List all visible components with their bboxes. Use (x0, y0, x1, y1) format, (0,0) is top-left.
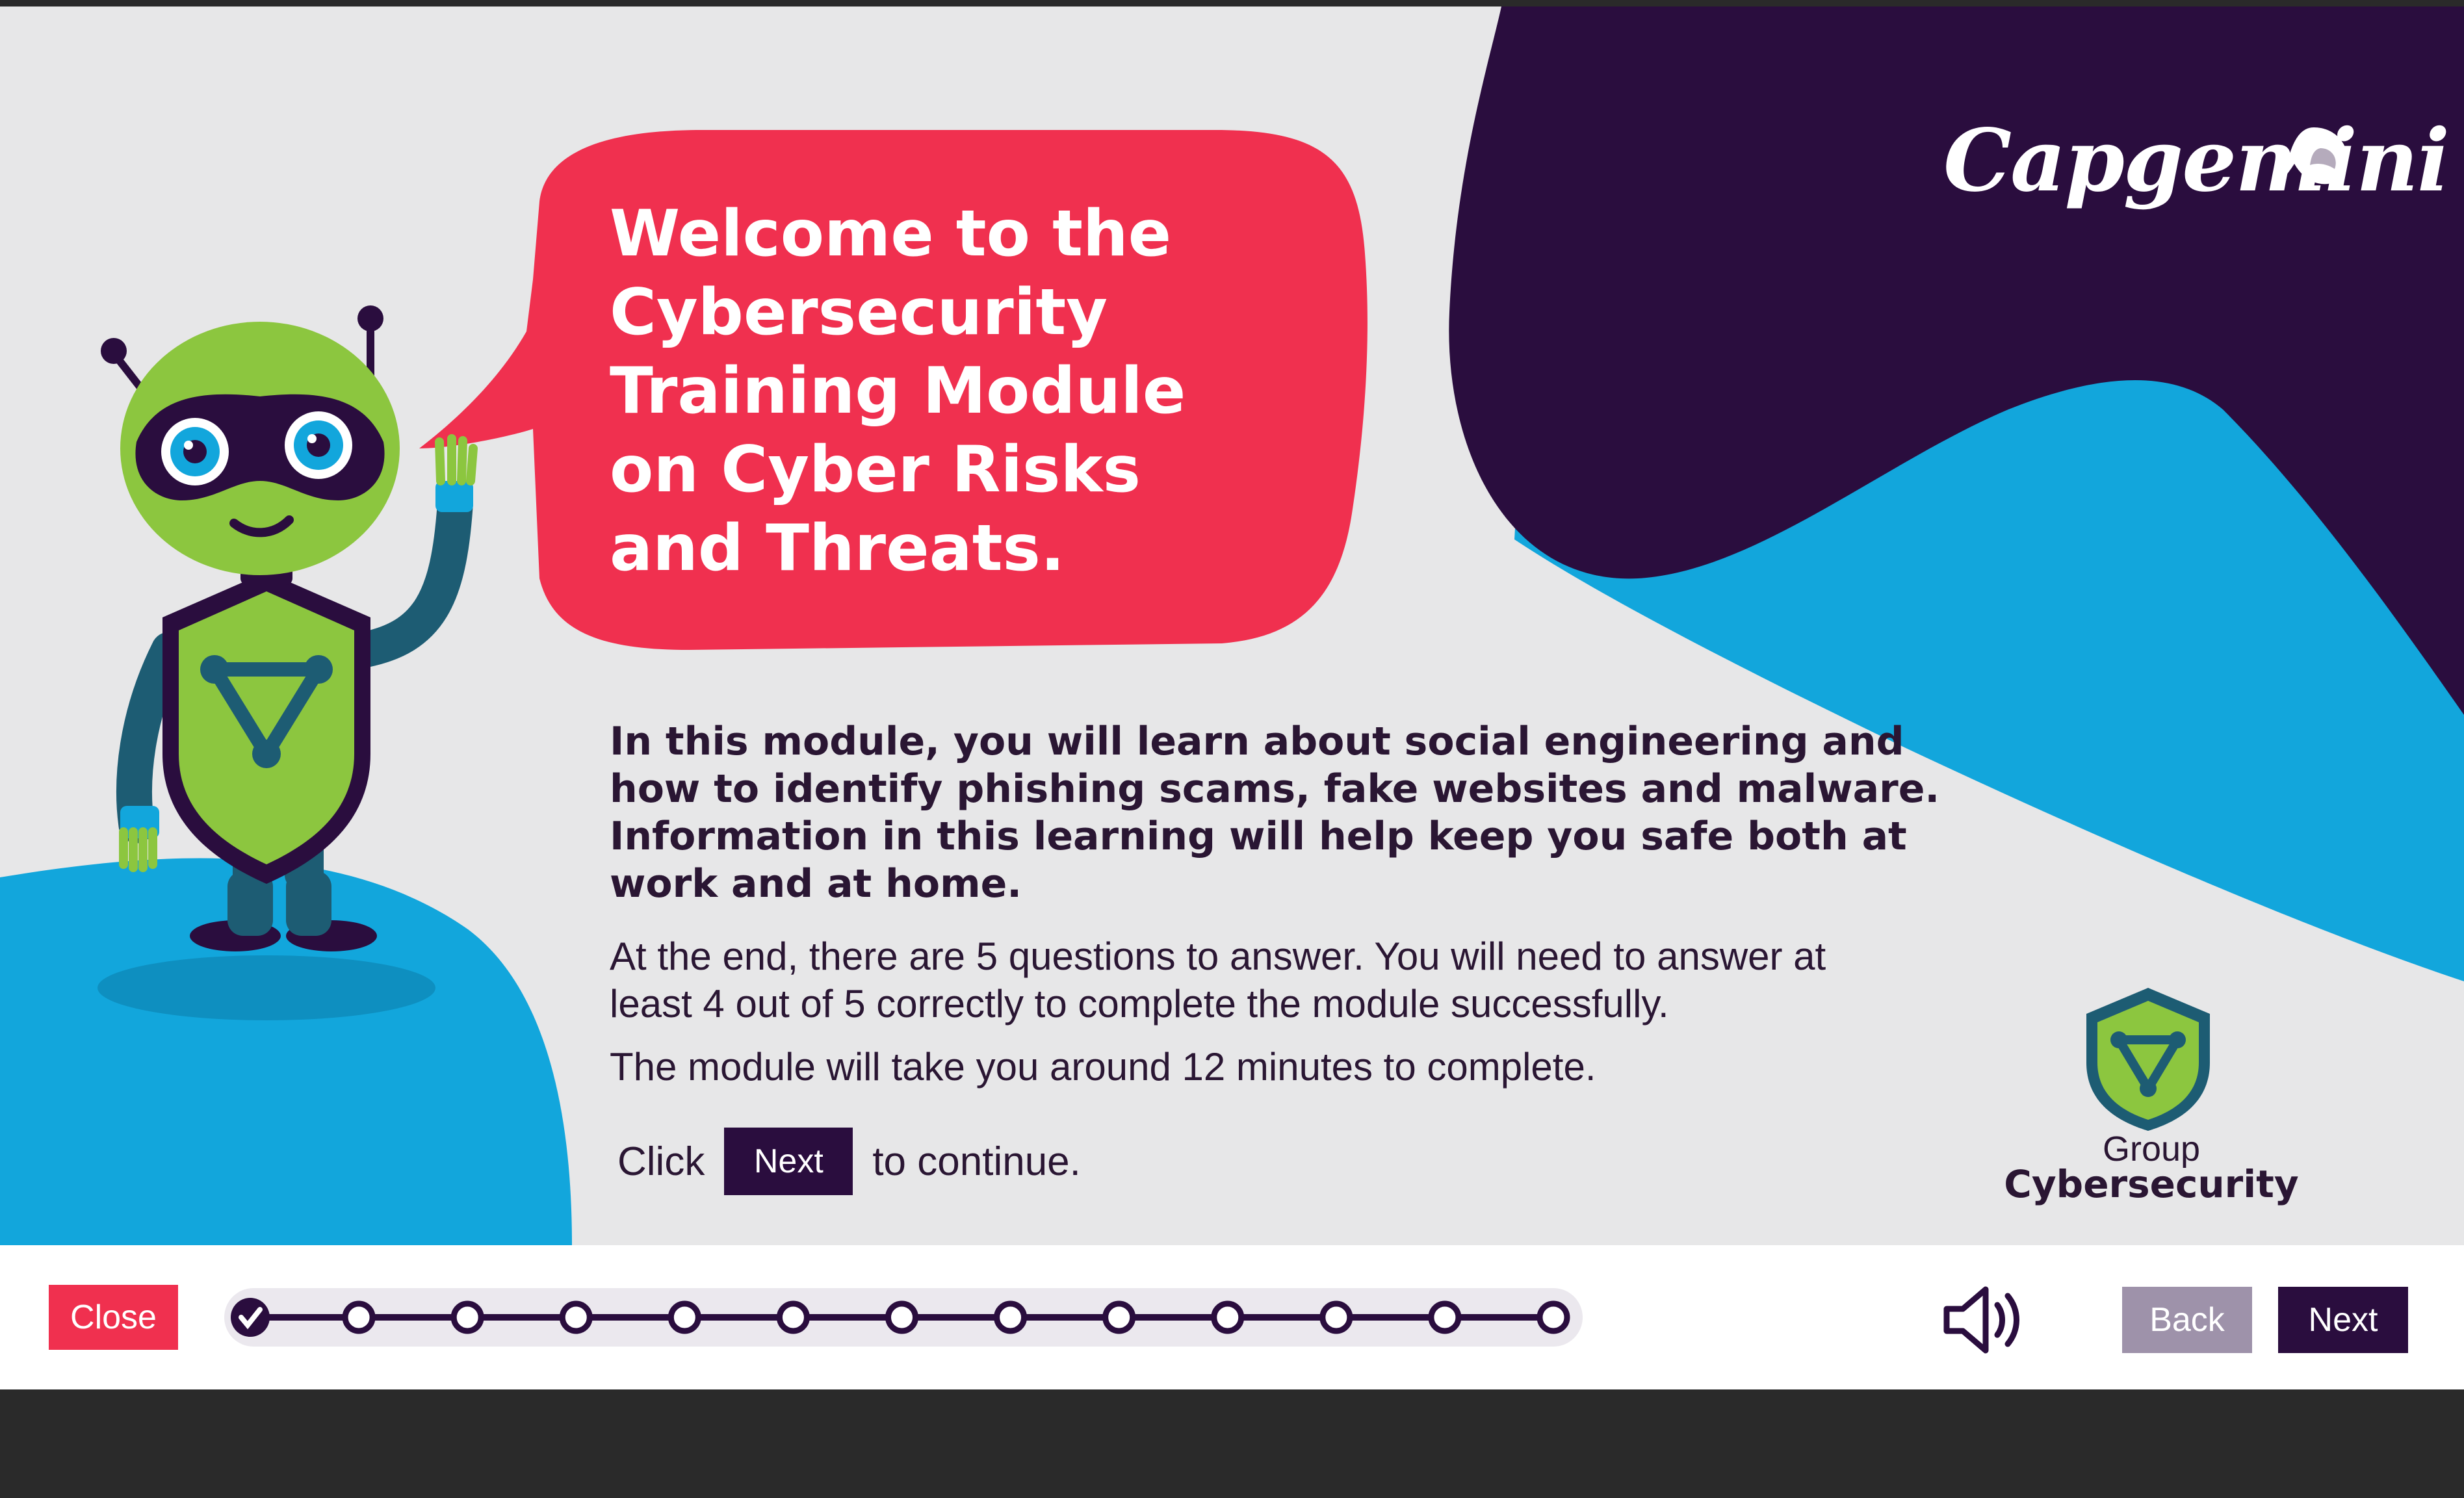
headline-line: Cybersecurity (610, 276, 1108, 350)
progress-step (1319, 1300, 1353, 1334)
next-button[interactable]: Next (2278, 1287, 2408, 1353)
welcome-headline: Welcome to the Cybersecurity Training Mo… (610, 195, 1338, 588)
questions-paragraph: At the end, there are 5 questions to ans… (610, 933, 2001, 1027)
cta-prefix: Click (617, 1139, 705, 1184)
intro-paragraph: In this module, you will learn about soc… (610, 718, 2001, 908)
shield-icon (2086, 988, 2210, 1131)
headline-line: on Cyber Risks (610, 433, 1141, 507)
questions-line: At the end, there are 5 questions to ans… (610, 935, 1826, 978)
intro-line: how to identify phishing scams, fake web… (610, 766, 1940, 812)
progress-step (776, 1300, 810, 1334)
progress-tracker (224, 1288, 1583, 1347)
spade-logo-icon (2277, 127, 2348, 187)
badge-line-cybersecurity: Cybersecurity (2004, 1162, 2299, 1206)
progress-step (994, 1300, 1028, 1334)
questions-line: least 4 out of 5 correctly to complete t… (610, 982, 1669, 1026)
capgemini-logo: Capgemini (1943, 110, 2450, 211)
slide-stage: Capgemini Welcome to the Cybersecurity T… (0, 6, 2464, 1245)
progress-step (668, 1300, 701, 1334)
cta-suffix: to continue. (872, 1139, 1081, 1184)
navigation-footer: Close Back Next (0, 1245, 2464, 1389)
progress-step (559, 1300, 593, 1334)
progress-step (1537, 1300, 1570, 1334)
speaker-icon[interactable] (1940, 1284, 2025, 1356)
back-button[interactable]: Back (2122, 1287, 2252, 1353)
progress-step (1102, 1300, 1136, 1334)
duration-text: The module will take you around 12 minut… (610, 1045, 1596, 1089)
progress-step (885, 1300, 918, 1334)
continue-instruction: Click Next to continue. (617, 1128, 1081, 1195)
intro-line: Information in this learning will help k… (610, 814, 1907, 859)
robot-mascot (97, 305, 478, 1020)
inline-next-button[interactable]: Next (724, 1128, 853, 1195)
close-button[interactable]: Close (49, 1285, 178, 1350)
intro-line: In this module, you will learn about soc… (610, 719, 1904, 764)
window-bottom-bar (0, 1389, 2464, 1498)
progress-step (450, 1300, 484, 1334)
progress-step (1428, 1300, 1462, 1334)
progress-step-complete (231, 1298, 270, 1337)
headline-line: Welcome to the (610, 197, 1172, 271)
progress-step (342, 1300, 376, 1334)
progress-step (1211, 1300, 1245, 1334)
headline-line: and Threats. (610, 511, 1065, 586)
headline-line: Training Module (610, 354, 1186, 428)
intro-line: work and at home. (610, 861, 1022, 907)
